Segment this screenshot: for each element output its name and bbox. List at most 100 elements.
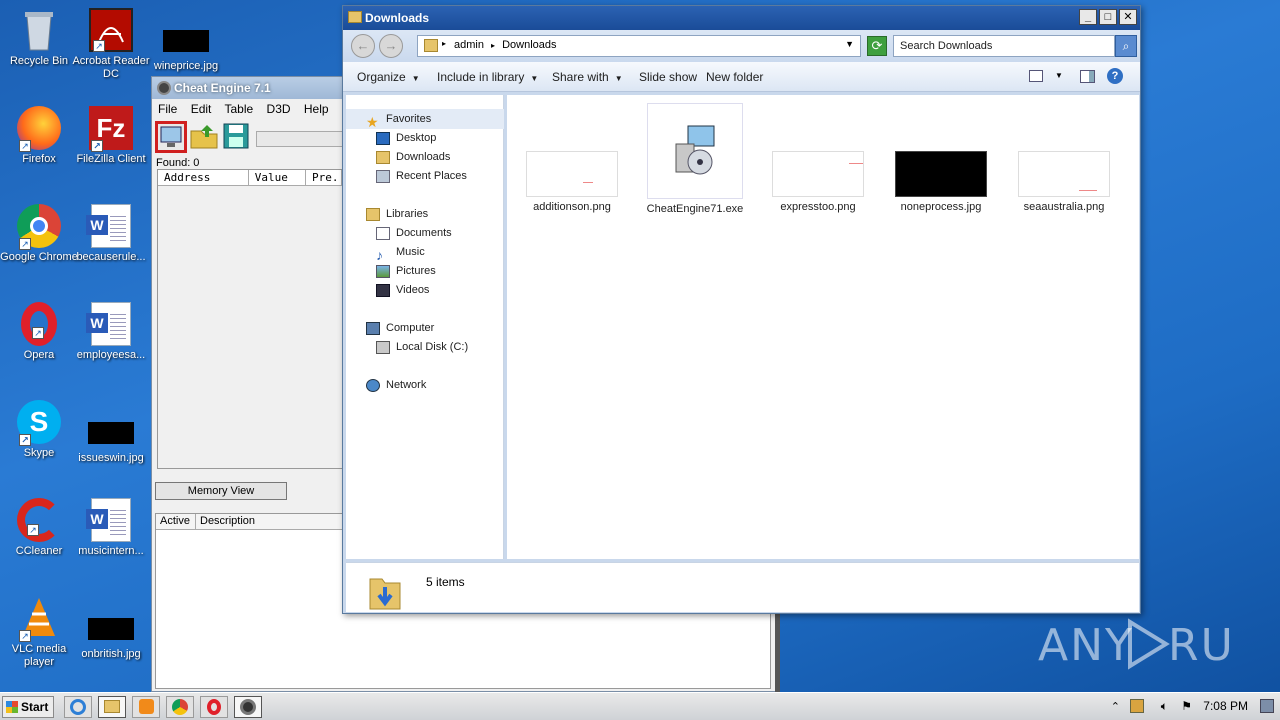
desktop-icon-filezilla[interactable]: Fz ↗ FileZilla Client <box>72 106 150 166</box>
organize-menu[interactable]: Organize ▼ <box>357 70 420 84</box>
help-icon[interactable]: ? <box>1107 68 1123 84</box>
refresh-button[interactable]: ⟳ <box>867 36 887 56</box>
show-hidden-icons-chevron-up-icon[interactable]: ⌃ <box>1111 700 1120 713</box>
desktop-icon-firefox[interactable]: ↗ Firefox <box>0 106 78 166</box>
floppy-disk-icon <box>223 123 249 149</box>
file-item[interactable]: additionson.png <box>517 151 627 213</box>
memory-view-button[interactable]: Memory View <box>155 482 287 500</box>
nav-pictures[interactable]: Pictures <box>376 262 436 280</box>
nav-downloads[interactable]: Downloads <box>376 148 450 166</box>
slide-show-button[interactable]: Slide show <box>639 70 697 84</box>
menu-help[interactable]: Help <box>304 102 329 116</box>
desktop-icon-issueswin[interactable]: issueswin.jpg <box>72 412 150 465</box>
desktop-icon-wineprice[interactable]: wineprice.jpg <box>147 20 225 73</box>
search-button[interactable]: ⌕ <box>1115 35 1137 57</box>
nav-recent-places[interactable]: Recent Places <box>376 167 467 185</box>
taskbar-opera-button[interactable] <box>200 696 228 718</box>
documents-icon <box>376 226 390 240</box>
desktop-icon-acrobat[interactable]: ↗ Acrobat Reader DC <box>72 8 150 81</box>
nav-downloads-label: Downloads <box>396 151 451 163</box>
desktop-icon-label: musicintern... <box>78 545 144 557</box>
maximize-button[interactable]: □ <box>1099 9 1117 25</box>
nav-local-disk-label: Local Disk (C:) <box>396 341 469 353</box>
menu-table[interactable]: Table <box>225 102 254 116</box>
desktop-icon-label: Google Chrome <box>0 251 78 263</box>
file-list-pane[interactable]: additionson.png CheatEngine71.exe expres… <box>507 95 1139 559</box>
nav-documents[interactable]: Documents <box>376 224 452 242</box>
action-center-icon[interactable] <box>1130 699 1144 713</box>
minimize-button[interactable]: _ <box>1079 9 1097 25</box>
desktop-icon-onbritish[interactable]: onbritish.jpg <box>72 608 150 661</box>
taskbar-media-player-button[interactable] <box>132 696 160 718</box>
start-button[interactable]: Start <box>2 696 54 718</box>
desktop-icon-musicintern[interactable]: musicintern... <box>72 498 150 558</box>
forward-button[interactable]: → <box>379 34 403 58</box>
file-item[interactable]: expresstoo.png <box>763 151 873 213</box>
desktop-icon-vlc[interactable]: ↗ VLC media player <box>0 596 78 669</box>
shortcut-arrow-icon: ↗ <box>27 524 39 536</box>
nav-network[interactable]: Network <box>366 376 426 394</box>
desktop-icon-skype[interactable]: S ↗ Skype <box>0 400 78 460</box>
nav-computer[interactable]: Computer <box>366 319 434 337</box>
media-player-icon <box>138 699 154 714</box>
nav-computer-label: Computer <box>386 322 435 334</box>
desktop-icon-employeesa[interactable]: employeesa... <box>72 302 150 362</box>
chevron-down-icon: ▼ <box>411 74 420 83</box>
column-address[interactable]: Address <box>158 170 249 185</box>
file-item[interactable]: seaaustralia.png <box>1009 151 1119 213</box>
nav-local-disk[interactable]: Local Disk (C:) <box>376 338 468 356</box>
menu-d3d[interactable]: D3D <box>267 102 291 116</box>
breadcrumb-downloads[interactable]: Downloads <box>502 39 556 51</box>
taskbar-cheat-engine-button[interactable] <box>234 696 262 718</box>
nav-favorites[interactable]: ★ Favorites <box>366 110 431 130</box>
desktop-icon-ccleaner[interactable]: ↗ CCleaner <box>0 498 78 558</box>
column-active[interactable]: Active <box>156 514 196 529</box>
view-options-icon[interactable] <box>1029 70 1043 82</box>
chevron-down-icon[interactable]: ▼ <box>1055 71 1063 80</box>
address-bar[interactable]: ▸ admin ▸ Downloads ▼ <box>417 35 861 57</box>
column-previous[interactable]: Pre. <box>306 170 342 185</box>
menu-file[interactable]: File <box>158 102 177 116</box>
share-with-menu[interactable]: Share with ▼ <box>552 70 623 84</box>
taskbar-explorer-button[interactable] <box>98 696 126 718</box>
desktop-icon-chrome[interactable]: ↗ Google Chrome <box>0 204 78 264</box>
shortcut-arrow-icon: ↗ <box>19 238 31 250</box>
back-button[interactable]: ← <box>351 34 375 58</box>
taskbar-ie-button[interactable] <box>64 696 92 718</box>
column-description[interactable]: Description <box>196 514 346 529</box>
explorer-titlebar[interactable]: Downloads _ □ ✕ <box>343 6 1140 30</box>
nav-videos[interactable]: Videos <box>376 281 429 299</box>
chevron-down-icon[interactable]: ▼ <box>845 39 854 49</box>
breadcrumb-admin[interactable]: admin <box>454 39 484 51</box>
include-in-library-menu[interactable]: Include in library ▼ <box>437 70 538 84</box>
hard-drive-icon <box>376 340 390 354</box>
select-process-button[interactable] <box>155 121 187 153</box>
clock[interactable]: 7:08 PM <box>1203 699 1248 713</box>
star-icon: ★ <box>366 113 379 130</box>
taskbar-chrome-button[interactable] <box>166 696 194 718</box>
forward-arrow-icon: → <box>384 38 398 53</box>
scan-results-list[interactable]: Address Value Pre. <box>157 169 343 469</box>
desktop-icon-becauserule[interactable]: becauserule... <box>72 204 150 264</box>
flag-icon[interactable]: ⚑ <box>1181 699 1192 713</box>
open-file-button[interactable] <box>189 121 221 153</box>
desktop-icon-label: FileZilla Client <box>76 153 146 165</box>
menu-edit[interactable]: Edit <box>191 102 212 116</box>
speaker-icon[interactable]: 🔈︎ <box>1161 699 1168 714</box>
file-item[interactable]: noneprocess.jpg <box>886 151 996 213</box>
file-item[interactable]: CheatEngine71.exe <box>640 103 750 215</box>
preview-pane-icon[interactable] <box>1080 70 1095 83</box>
nav-music[interactable]: ♪ Music <box>376 243 425 263</box>
search-input[interactable]: Search Downloads <box>893 35 1115 57</box>
desktop-icon-recycle-bin[interactable]: Recycle Bin <box>0 8 78 68</box>
nav-libraries[interactable]: Libraries <box>366 205 428 223</box>
nav-desktop[interactable]: Desktop <box>376 129 436 147</box>
desktop-icon-opera[interactable]: ↗ Opera <box>0 302 78 362</box>
column-value[interactable]: Value <box>249 170 306 185</box>
explorer-window[interactable]: Downloads _ □ ✕ ← → ▸ admin ▸ Downloads … <box>342 5 1141 614</box>
desktop-icon-label: wineprice.jpg <box>153 60 219 72</box>
save-button[interactable] <box>221 121 253 153</box>
close-button[interactable]: ✕ <box>1119 9 1137 25</box>
show-desktop-button[interactable] <box>1260 699 1274 713</box>
new-folder-button[interactable]: New folder <box>706 70 763 84</box>
